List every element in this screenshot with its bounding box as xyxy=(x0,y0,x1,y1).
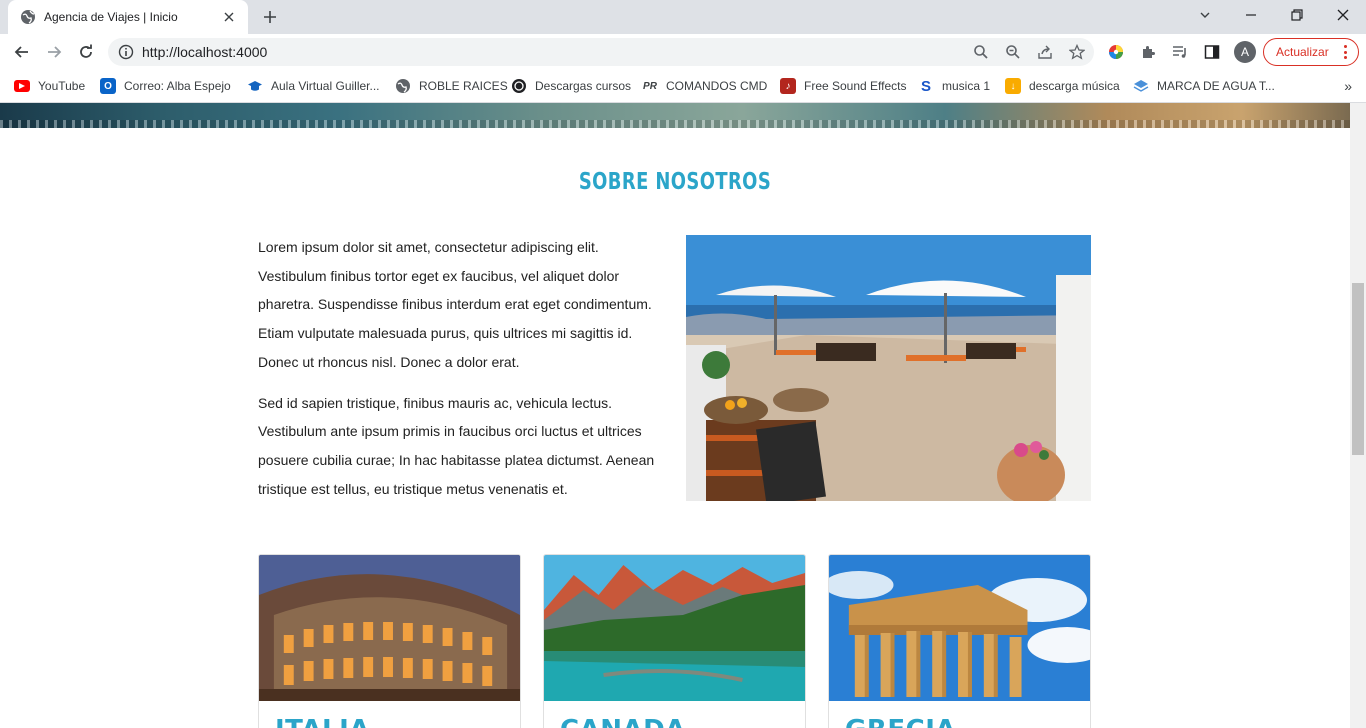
bookmark-label: Correo: Alba Espejo xyxy=(124,79,231,93)
bookmark-descargas-cursos[interactable]: Descargas cursos xyxy=(511,76,631,96)
tab-search-icon[interactable] xyxy=(1182,0,1228,30)
address-bar[interactable]: http://localhost:4000 xyxy=(108,38,1094,66)
destination-card-canada[interactable]: CANADA xyxy=(543,554,806,728)
hero-image xyxy=(0,103,1350,128)
outlook-icon: O xyxy=(100,78,116,94)
about-paragraph: Lorem ipsum dolor sit amet, consectetur … xyxy=(258,239,652,370)
side-panel-icon[interactable] xyxy=(1202,42,1222,62)
section-title: SOBRE NOSOTROS xyxy=(578,169,772,195)
about-paragraph: Sed id sapien tristique, finibus mauris … xyxy=(258,394,655,497)
url-text: http://localhost:4000 xyxy=(142,44,268,60)
bookmark-comandos-cmd[interactable]: PR COMANDOS CMD xyxy=(642,76,767,96)
bookmark-descarga-musica[interactable]: ↓ descarga música xyxy=(1005,76,1120,96)
site-info-icon[interactable] xyxy=(118,44,134,60)
minimize-button[interactable] xyxy=(1228,0,1274,30)
destination-card-italia[interactable]: ITALIA xyxy=(258,554,521,728)
more-bookmarks-icon[interactable]: » xyxy=(1344,78,1352,94)
youtube-icon xyxy=(14,80,30,92)
terrace-photo xyxy=(686,235,1091,501)
s-icon: S xyxy=(920,77,931,95)
new-tab-button[interactable] xyxy=(258,6,282,28)
bookmark-youtube[interactable]: YouTube xyxy=(14,76,85,96)
graduation-cap-icon xyxy=(247,78,263,94)
parthenon-photo xyxy=(829,555,1090,701)
card-title: GRECIA xyxy=(845,715,956,728)
update-label: Actualizar xyxy=(1276,45,1329,59)
bookmark-label: ROBLE RAICES xyxy=(419,79,508,93)
page-viewport: SOBRE NOSOTROS Lorem ipsum dolor sit ame… xyxy=(0,103,1350,728)
card-title: CANADA xyxy=(560,715,686,728)
close-window-button[interactable] xyxy=(1320,0,1366,30)
share-icon[interactable] xyxy=(1034,41,1056,63)
tab-strip: Agencia de Viajes | Inicio xyxy=(0,0,1366,34)
profile-avatar[interactable]: A xyxy=(1234,41,1256,63)
bookmark-label: descarga música xyxy=(1029,79,1120,93)
update-button[interactable]: Actualizar xyxy=(1263,38,1359,66)
bookmark-aula-virtual[interactable]: Aula Virtual Guiller... xyxy=(247,76,380,96)
music-download-icon: ↓ xyxy=(1005,78,1021,94)
bookmark-label: Descargas cursos xyxy=(535,79,632,93)
browser-toolbar: http://localhost:4000 A Actualizar xyxy=(0,34,1366,70)
lake-mountains-photo xyxy=(544,555,805,701)
color-wheel-extension-icon[interactable] xyxy=(1106,42,1126,62)
media-queue-icon[interactable] xyxy=(1170,42,1190,62)
about-text: Lorem ipsum dolor sit amet, consectetur … xyxy=(258,233,658,515)
card-title: ITALIA xyxy=(275,715,370,728)
bookmark-label: musica 1 xyxy=(942,79,991,93)
forward-button[interactable] xyxy=(40,38,68,66)
extensions-puzzle-icon[interactable] xyxy=(1138,42,1158,62)
bookmark-label: COMANDOS CMD xyxy=(666,79,768,93)
browser-tab[interactable]: Agencia de Viajes | Inicio xyxy=(8,0,248,34)
bookmark-correo[interactable]: O Correo: Alba Espejo xyxy=(100,76,231,96)
bookmark-free-sound-effects[interactable]: ♪ Free Sound Effects xyxy=(780,76,907,96)
destination-card-grecia[interactable]: GRECIA xyxy=(828,554,1091,728)
tab-title: Agencia de Viajes | Inicio xyxy=(44,10,178,24)
bookmark-label: Aula Virtual Guiller... xyxy=(271,79,380,93)
download-circle-icon xyxy=(511,78,527,94)
globe-icon xyxy=(20,9,36,25)
bookmarks-bar: YouTube O Correo: Alba Espejo Aula Virtu… xyxy=(0,70,1366,103)
bookmark-star-icon[interactable] xyxy=(1066,41,1088,63)
bookmark-label: YouTube xyxy=(38,79,86,93)
bookmark-musica-1[interactable]: S musica 1 xyxy=(918,76,990,96)
close-tab-icon[interactable] xyxy=(220,8,238,26)
bookmark-roble-raices[interactable]: ROBLE RAICES xyxy=(395,76,508,96)
back-button[interactable] xyxy=(8,38,36,66)
restore-button[interactable] xyxy=(1274,0,1320,30)
colosseum-photo xyxy=(259,555,520,701)
bookmark-label: Free Sound Effects xyxy=(804,79,907,93)
sound-icon: ♪ xyxy=(780,78,796,94)
more-menu-icon[interactable] xyxy=(1344,45,1348,59)
bookmark-label: MARCA DE AGUA T... xyxy=(1157,79,1275,93)
search-icon[interactable] xyxy=(970,41,992,63)
zoom-icon[interactable] xyxy=(1002,41,1024,63)
layers-icon xyxy=(1133,78,1149,94)
pr-icon: PR xyxy=(643,80,657,92)
reload-button[interactable] xyxy=(72,38,100,66)
bookmark-marca-de-agua[interactable]: MARCA DE AGUA T... xyxy=(1133,76,1275,96)
globe-icon xyxy=(395,78,411,94)
page-scrollbar[interactable] xyxy=(1350,103,1366,728)
scrollbar-thumb[interactable] xyxy=(1352,283,1364,455)
